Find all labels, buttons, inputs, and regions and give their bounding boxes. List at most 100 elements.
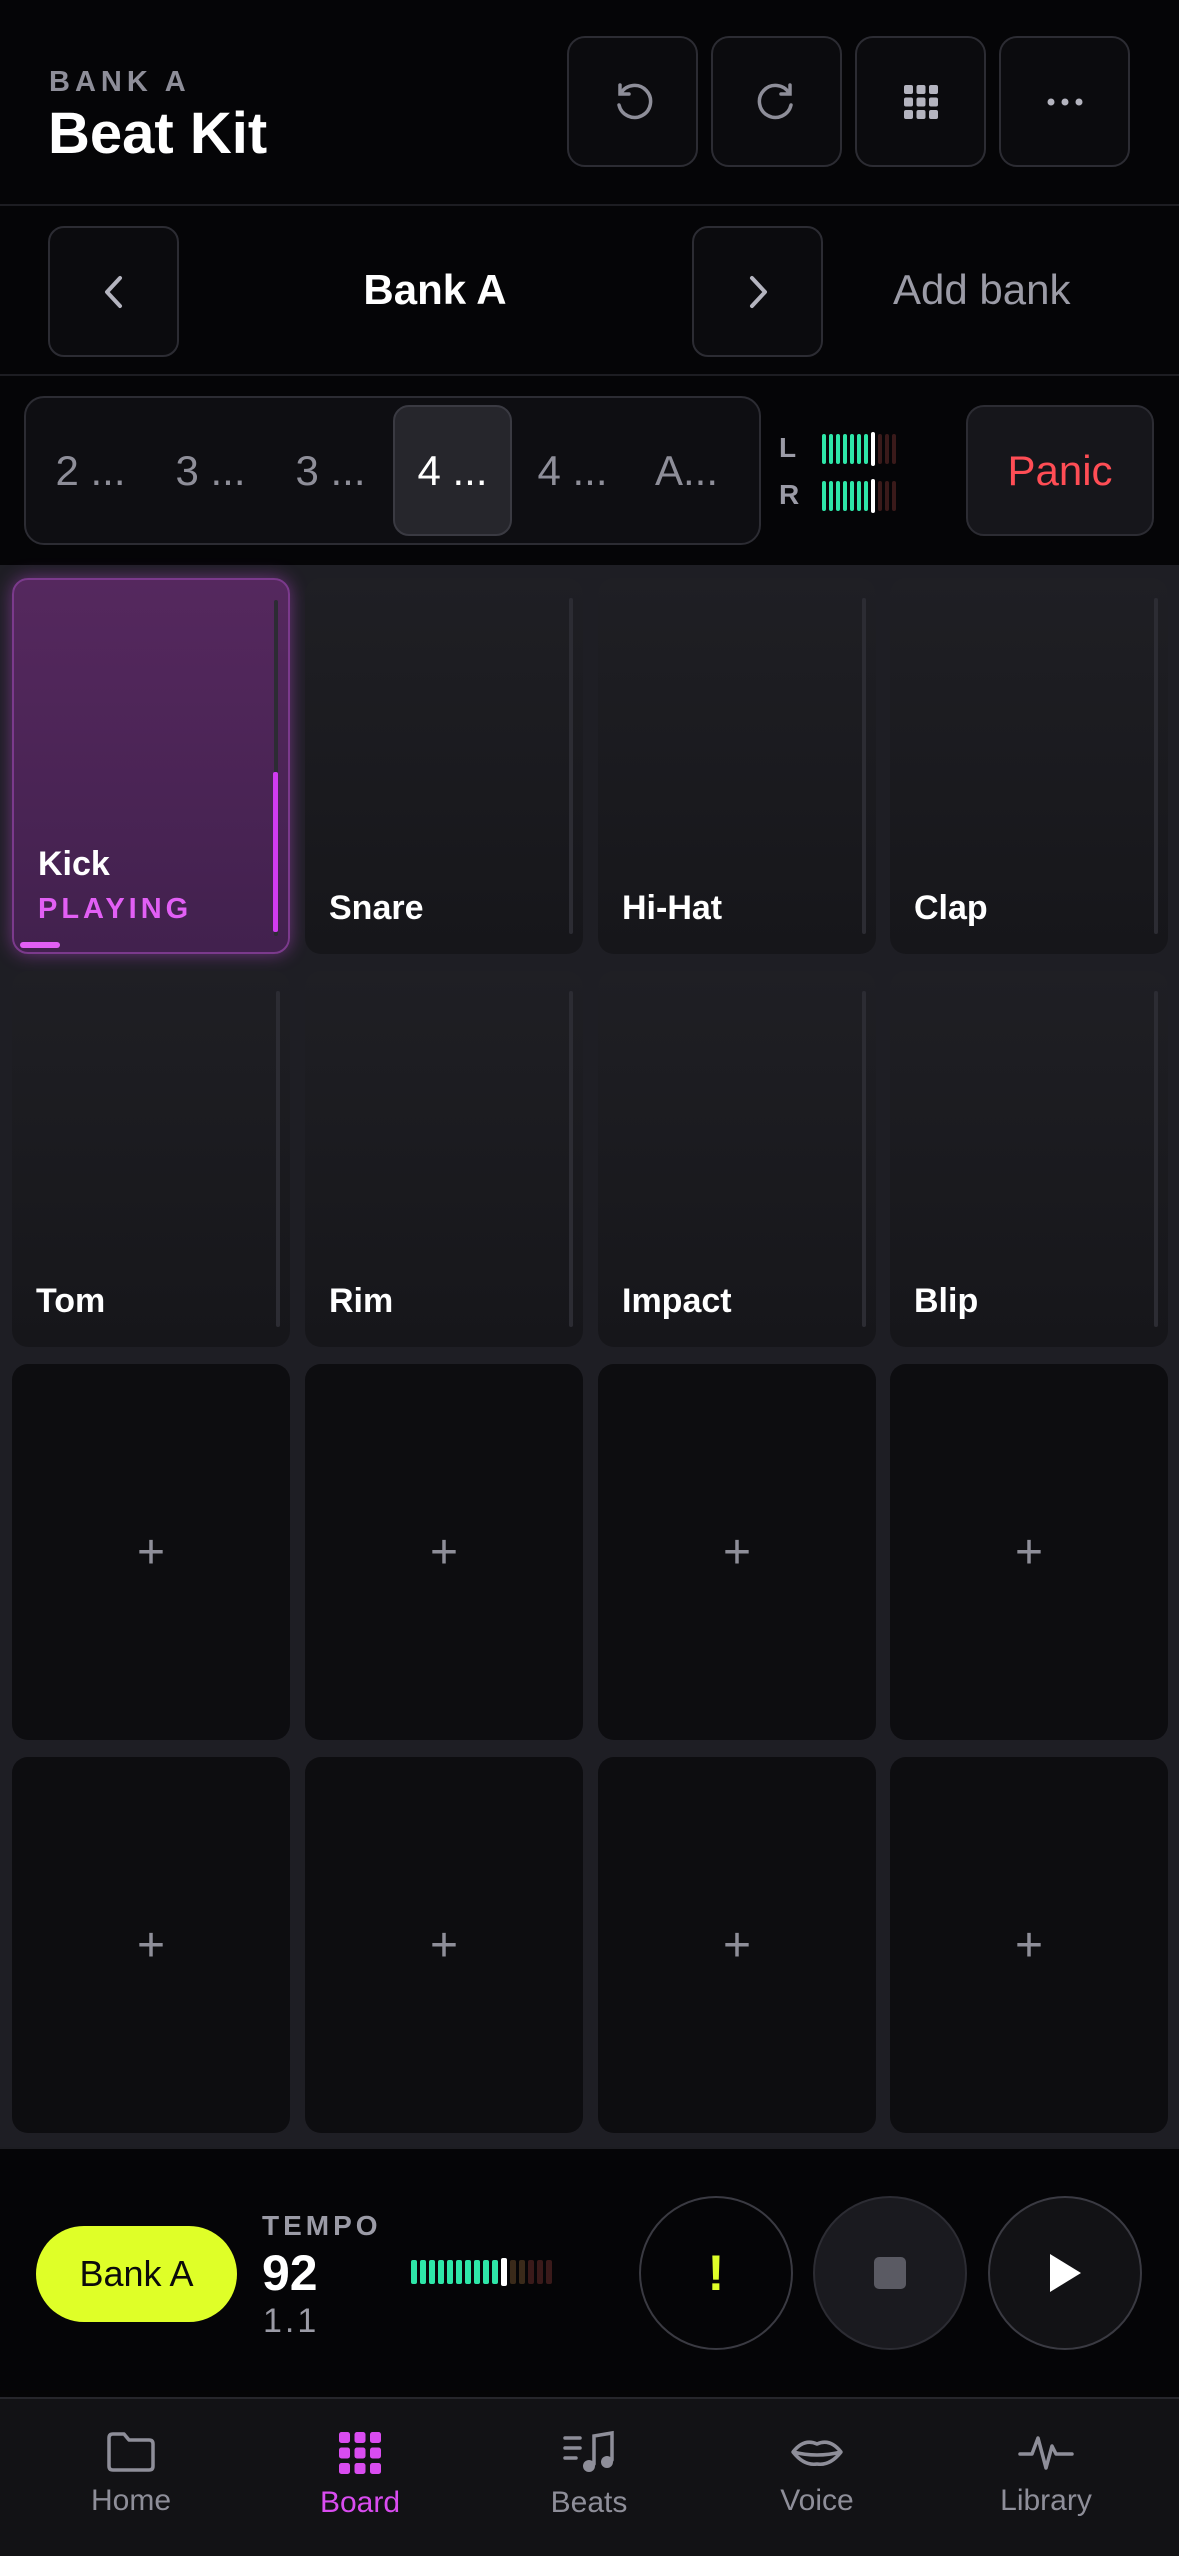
tempo-value[interactable]: 92 <box>262 2244 318 2302</box>
nav-home[interactable]: Home <box>31 2430 231 2518</box>
pad-impact[interactable]: Impact <box>598 971 876 1347</box>
add-pad-button[interactable]: + <box>598 1757 876 2133</box>
meter-segment <box>864 481 868 511</box>
pad-label: Rim <box>329 1282 394 1320</box>
pad-level-meter <box>273 772 278 932</box>
pattern-tab[interactable]: 3 ... <box>151 405 270 536</box>
pad-rim[interactable]: Rim <box>305 971 583 1347</box>
pad-level-track <box>276 991 280 1327</box>
more-button[interactable] <box>999 36 1130 167</box>
meter-segment <box>411 2260 417 2284</box>
add-pad-button[interactable]: + <box>598 1364 876 1740</box>
nav-label: Board <box>319 2486 401 2519</box>
pad-level-track <box>862 598 866 934</box>
previous-bank-button[interactable] <box>48 226 179 357</box>
alert-button[interactable]: ! <box>639 2196 793 2350</box>
meter-segment <box>429 2260 435 2284</box>
add-pad-button[interactable]: + <box>890 1757 1168 2133</box>
meter-segment <box>537 2260 543 2284</box>
meter-left-label: L <box>779 432 797 463</box>
meter-segment <box>857 434 861 464</box>
plus-icon: + <box>136 1525 166 1579</box>
pad-blip[interactable]: Blip <box>890 971 1168 1347</box>
meter-segment <box>519 2260 525 2284</box>
pad-progress-bar <box>20 942 60 948</box>
add-pad-button[interactable]: + <box>12 1364 290 1740</box>
grid-button[interactable] <box>855 36 986 167</box>
add-pad-button[interactable]: + <box>890 1364 1168 1740</box>
pad-level-track <box>569 598 573 934</box>
plus-icon: + <box>1014 1918 1044 1972</box>
add-pad-button[interactable]: + <box>305 1757 583 2133</box>
alert-icon: ! <box>707 2245 725 2301</box>
grid-icon <box>339 2432 381 2474</box>
pattern-tab[interactable]: A... <box>627 405 746 536</box>
pattern-tab[interactable]: 2 ... <box>31 405 150 536</box>
redo-button[interactable] <box>711 36 842 167</box>
undo-button[interactable] <box>567 36 698 167</box>
meter-segment <box>492 2260 498 2284</box>
meter-segment <box>843 481 847 511</box>
meter-segment <box>878 481 882 511</box>
pad-clap[interactable]: Clap <box>890 578 1168 954</box>
pattern-tab[interactable]: 4 ... <box>513 405 632 536</box>
add-pad-button[interactable]: + <box>305 1364 583 1740</box>
level-meter-right <box>822 479 896 513</box>
meter-segment <box>885 481 889 511</box>
meter-segment <box>456 2260 462 2284</box>
plus-icon: + <box>136 1918 166 1972</box>
add-bank-button[interactable]: Add bank <box>893 266 1070 314</box>
add-pad-button[interactable]: + <box>12 1757 290 2133</box>
pad-level-track <box>1154 991 1158 1327</box>
pad-level-track <box>569 991 573 1327</box>
stop-button[interactable] <box>813 2196 967 2350</box>
meter-segment <box>528 2260 534 2284</box>
plus-icon: + <box>1014 1525 1044 1579</box>
meter-segment <box>465 2260 471 2284</box>
pattern-tab[interactable]: 3 ... <box>271 405 390 536</box>
nav-library[interactable]: Library <box>946 2430 1146 2518</box>
nav-beats[interactable]: Beats <box>489 2430 689 2520</box>
nav-label: Home <box>90 2484 172 2517</box>
pad-label: Tom <box>36 1282 106 1320</box>
nav-board[interactable]: Board <box>260 2430 460 2520</box>
meter-right-label: R <box>779 479 800 510</box>
meter-segment <box>836 481 840 511</box>
play-button[interactable] <box>988 2196 1142 2350</box>
pad-tom[interactable]: Tom <box>12 971 290 1347</box>
folder-icon <box>107 2432 155 2472</box>
panic-button[interactable]: Panic <box>966 405 1154 536</box>
meter-segment <box>822 481 826 511</box>
bar-position: 1.1 <box>263 2302 320 2340</box>
meter-segment <box>829 434 833 464</box>
plus-icon: + <box>722 1918 752 1972</box>
meter-segment <box>420 2260 426 2284</box>
master-level-meter <box>411 2258 552 2286</box>
pad-hi-hat[interactable]: Hi-Hat <box>598 578 876 954</box>
pad-label: Clap <box>914 889 988 927</box>
nav-label: Beats <box>550 2486 628 2519</box>
pad-level-track <box>1154 598 1158 934</box>
pad-kick[interactable]: Kick PLAYING <box>12 578 290 954</box>
meter-segment <box>864 434 868 464</box>
pad-label: Snare <box>329 889 424 927</box>
tempo-label: TEMPO <box>262 2210 382 2241</box>
meter-segment <box>438 2260 444 2284</box>
meter-segment <box>850 434 854 464</box>
meter-segment <box>857 481 861 511</box>
next-bank-button[interactable] <box>692 226 823 357</box>
meter-segment <box>447 2260 453 2284</box>
bank-select-button[interactable]: Bank A <box>36 2226 237 2322</box>
current-bank-name: Bank A <box>363 266 507 313</box>
grid-icon <box>903 84 938 119</box>
level-meter-left <box>822 432 896 466</box>
nav-label: Library <box>1000 2484 1092 2517</box>
pad-snare[interactable]: Snare <box>305 578 583 954</box>
meter-segment <box>871 479 875 513</box>
pattern-tab-active[interactable]: 4 ... <box>393 405 512 536</box>
meter-segment <box>885 434 889 464</box>
nav-voice[interactable]: Voice <box>717 2430 917 2518</box>
play-icon <box>1050 2254 1081 2292</box>
pad-status: PLAYING <box>38 893 193 925</box>
plus-icon: + <box>722 1525 752 1579</box>
